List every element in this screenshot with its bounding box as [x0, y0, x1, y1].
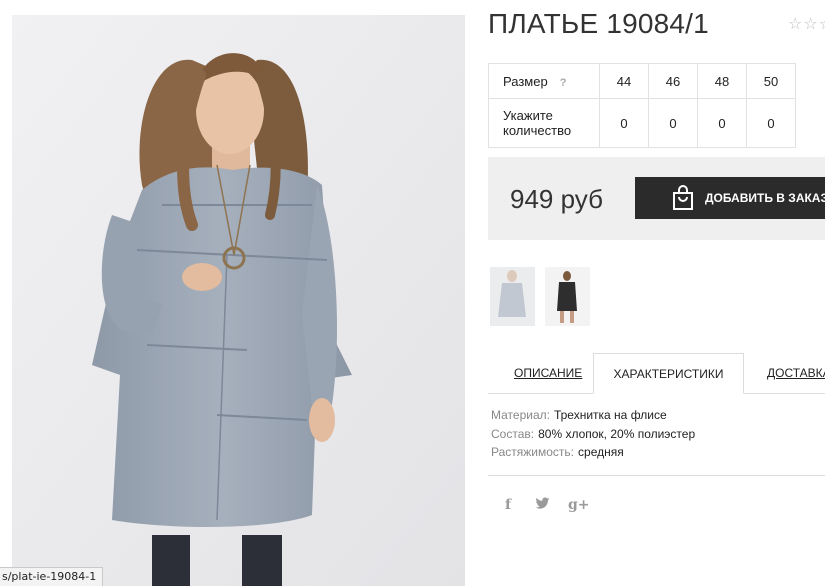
spec-row-stretch: Растяжимость: средняя: [491, 443, 695, 462]
thumbnail-1[interactable]: [490, 267, 535, 326]
size-label: Размер: [503, 73, 548, 89]
model-illustration: [12, 15, 465, 586]
spec-value: 80% хлопок, 20% полиэстер: [538, 426, 696, 441]
characteristics-list: Материал: Трехнитка на флисе Состав: 80% х…: [491, 406, 695, 462]
twitter-icon[interactable]: [535, 497, 550, 513]
thumbnail-1-image: [490, 267, 535, 326]
size-row: Размер? 44 46 48 50: [488, 63, 796, 99]
size-44[interactable]: 44: [599, 63, 649, 99]
facebook-icon[interactable]: f: [505, 497, 511, 513]
thumbnail-2-image: [545, 267, 590, 326]
size-50[interactable]: 50: [746, 63, 796, 99]
shopping-bag-icon: [671, 185, 695, 211]
product-price: 949 руб: [510, 184, 603, 214]
product-main-photo[interactable]: [12, 15, 465, 586]
tab-description[interactable]: ОПИСАНИЕ: [514, 353, 582, 393]
tab-delivery-label: ДОСТАВКА: [767, 366, 825, 380]
tab-delivery[interactable]: ДОСТАВКА: [767, 353, 825, 393]
spec-value: Трехнитка на флисе: [553, 408, 667, 422]
size-48[interactable]: 48: [697, 63, 747, 99]
divider: [488, 475, 825, 476]
spec-row-material: Материал: Трехнитка на флисе: [491, 406, 695, 425]
price-panel: 949 руб ДОБАВИТЬ В ЗАКАЗ: [488, 157, 825, 240]
quantity-row: Укажите количество 0 0 0 0: [488, 98, 796, 148]
quantity-input-44[interactable]: 0: [599, 98, 649, 148]
product-tabs: ОПИСАНИЕ ХАРАКТЕРИСТИКИ ДОСТАВКА: [488, 353, 825, 394]
size-46[interactable]: 46: [648, 63, 698, 99]
quantity-input-50[interactable]: 0: [746, 98, 796, 148]
add-to-order-label: ДОБАВИТЬ В ЗАКАЗ: [705, 191, 825, 205]
tab-characteristics[interactable]: ХАРАКТЕРИСТИКИ: [593, 353, 744, 394]
tab-description-label: ОПИСАНИЕ: [514, 366, 583, 380]
product-title: ПЛАТЬЕ 19084/1: [488, 8, 709, 39]
size-table: Размер? 44 46 48 50 Укажите количество 0…: [488, 63, 796, 148]
quantity-input-46[interactable]: 0: [648, 98, 698, 148]
thumbnail-2[interactable]: [545, 267, 590, 326]
browser-status-url: s/plat-ie-19084-1: [0, 567, 104, 586]
spec-key: Состав:: [491, 426, 535, 441]
quantity-input-48[interactable]: 0: [697, 98, 747, 148]
size-help-icon[interactable]: ?: [560, 77, 567, 89]
add-to-order-button[interactable]: ДОБАВИТЬ В ЗАКАЗ: [635, 177, 825, 219]
tab-characteristics-label: ХАРАКТЕРИСТИКИ: [613, 367, 724, 381]
size-label-cell: Размер?: [488, 63, 600, 99]
spec-key: Растяжимость:: [491, 445, 575, 459]
google-plus-icon[interactable]: g+: [568, 497, 590, 513]
quantity-label: Укажите количество: [488, 98, 600, 148]
spec-row-composition: Состав: 80% хлопок, 20% полиэстер: [491, 425, 695, 444]
spec-value: средняя: [578, 445, 624, 459]
spec-key: Материал:: [491, 408, 550, 422]
star-rating[interactable]: ☆☆☆: [788, 14, 825, 34]
